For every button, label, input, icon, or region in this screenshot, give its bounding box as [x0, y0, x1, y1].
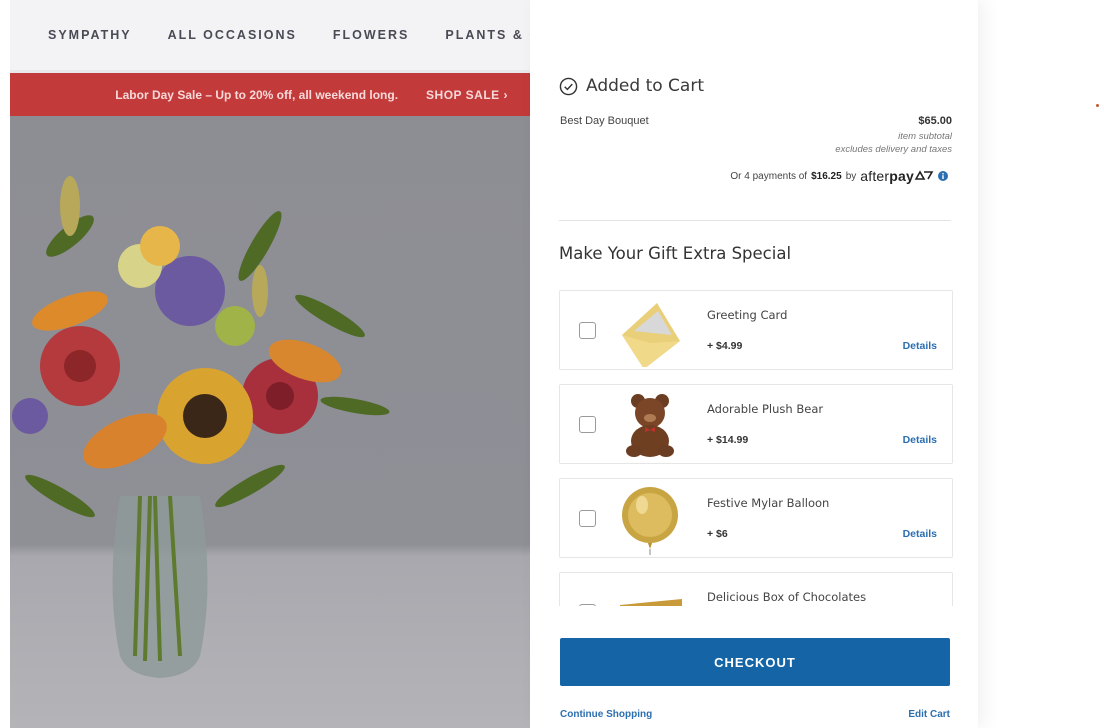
section-divider	[559, 220, 951, 221]
subtotal-note: excludes delivery and taxes	[835, 144, 952, 155]
afterpay-prefix: Or 4 payments of	[730, 170, 808, 182]
afterpay-logo-bold: pay	[889, 168, 914, 184]
added-to-cart-header: Added to Cart	[559, 76, 704, 96]
addons-title: Make Your Gift Extra Special	[559, 244, 792, 263]
bouquet-image	[12, 176, 390, 678]
plush-bear-icon	[626, 394, 674, 457]
addon-name: Delicious Box of Chocolates	[707, 590, 867, 604]
addon-price: + $6	[707, 528, 728, 540]
afterpay-amount: $16.25	[811, 170, 842, 182]
nav-item-plants[interactable]: PLANTS & G	[445, 28, 530, 42]
addon-price: + $14.99	[707, 434, 749, 446]
continue-shopping-link[interactable]: Continue Shopping	[560, 709, 652, 720]
added-to-cart-title: Added to Cart	[586, 76, 704, 96]
nav-item-flowers[interactable]: FLOWERS	[333, 28, 410, 42]
afterpay-by: by	[845, 170, 857, 182]
addon-details-link[interactable]: Details	[903, 340, 937, 352]
subtotal-label: item subtotal	[898, 131, 952, 142]
decorative-dot	[1096, 104, 1099, 107]
addon-item-plush-bear: Adorable Plush Bear + $14.99 Details	[559, 384, 953, 464]
addon-checkbox[interactable]	[579, 416, 596, 433]
greeting-card-icon	[622, 303, 680, 367]
cart-product-name: Best Day Bouquet	[560, 115, 649, 127]
nav-item-sympathy[interactable]: SYMPATHY	[48, 28, 132, 42]
info-icon[interactable]	[938, 171, 948, 181]
addon-item-chocolates: Delicious Box of Chocolates	[559, 572, 953, 606]
sale-banner-message: Labor Day Sale – Up to 20% off, all week…	[115, 87, 399, 102]
sale-banner: Labor Day Sale – Up to 20% off, all week…	[10, 73, 530, 116]
shop-sale-link[interactable]: SHOP SALE ›	[426, 88, 508, 102]
check-circle-icon	[559, 77, 578, 95]
addon-name: Festive Mylar Balloon	[707, 496, 830, 510]
background-page: SYMPATHY ALL OCCASIONS FLOWERS PLANTS & …	[10, 0, 530, 728]
mylar-balloon-icon	[622, 487, 678, 555]
product-hero-image	[10, 116, 530, 728]
cart-product-price: $65.00	[918, 115, 952, 127]
addon-item-mylar-balloon: Festive Mylar Balloon + $6 Details	[559, 478, 953, 558]
afterpay-logo-light: after	[860, 168, 890, 184]
afterpay-logo: afterpay	[860, 168, 934, 184]
addon-name: Greeting Card	[707, 308, 788, 322]
addon-price: + $4.99	[707, 340, 743, 352]
top-navigation: SYMPATHY ALL OCCASIONS FLOWERS PLANTS & …	[10, 0, 530, 70]
addon-details-link[interactable]: Details	[903, 528, 937, 540]
addon-name: Adorable Plush Bear	[707, 402, 824, 416]
checkout-button[interactable]: CHECKOUT	[560, 638, 950, 686]
addon-checkbox[interactable]	[579, 322, 596, 339]
addon-details-link[interactable]: Details	[903, 434, 937, 446]
addons-list[interactable]: Greeting Card + $4.99 Details Adorable P…	[559, 290, 953, 606]
edit-cart-link[interactable]: Edit Cart	[908, 709, 950, 720]
addon-checkbox[interactable]	[579, 510, 596, 527]
chocolate-box-icon	[620, 599, 682, 606]
nav-item-all-occasions[interactable]: ALL OCCASIONS	[168, 28, 297, 42]
afterpay-offer: Or 4 payments of $16.25 by afterpay	[730, 168, 948, 184]
cart-drawer: Added to Cart Best Day Bouquet $65.00 it…	[530, 0, 978, 728]
afterpay-arrows-icon	[914, 170, 934, 180]
addon-item-greeting-card: Greeting Card + $4.99 Details	[559, 290, 953, 370]
addon-checkbox[interactable]	[579, 604, 596, 606]
